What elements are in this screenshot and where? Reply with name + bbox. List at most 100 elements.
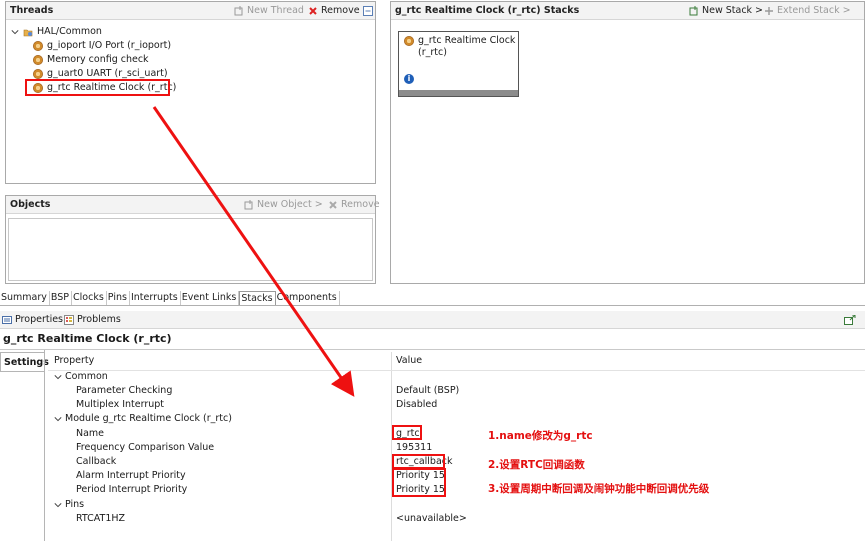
tree-item-memory-check[interactable]: Memory config check	[33, 54, 149, 65]
group-common[interactable]: Common	[48, 370, 865, 384]
threads-header: Threads New Thread Remove	[6, 2, 375, 20]
annotation-note-2: 2.设置RTC回调函数	[488, 459, 585, 471]
tree-root-label: HAL/Common	[37, 26, 102, 37]
tree-root[interactable]: HAL/Common	[11, 26, 102, 37]
settings-separator	[44, 350, 45, 541]
annotation-note-1: 1.name修改为g_rtc	[488, 430, 593, 442]
property-key: RTCAT1HZ	[76, 513, 126, 524]
property-value[interactable]: Default (BSP)	[396, 385, 459, 396]
objects-panel: Objects New Object > Remove	[5, 195, 380, 284]
tree-item-uart0[interactable]: g_uart0 UART (r_sci_uart)	[33, 68, 168, 79]
col-value-header: Value	[396, 355, 423, 366]
module-icon	[33, 40, 43, 51]
group-pins[interactable]: Pins	[48, 498, 865, 512]
row-callback[interactable]: Callback rtc_callback	[48, 455, 865, 469]
module-icon	[33, 54, 43, 65]
row-rtcat1hz[interactable]: RTCAT1HZ <unavailable>	[48, 512, 865, 526]
properties-title: g_rtc Realtime Clock (r_rtc)	[3, 332, 172, 345]
tab-bsp[interactable]: BSP	[50, 291, 73, 305]
tab-event-links[interactable]: Event Links	[181, 291, 240, 305]
objects-list	[8, 218, 373, 281]
objects-title: Objects	[10, 199, 51, 210]
tab-stacks[interactable]: Stacks	[239, 291, 276, 305]
group-label: Module g_rtc Realtime Clock (r_rtc)	[65, 413, 232, 424]
group-module[interactable]: Module g_rtc Realtime Clock (r_rtc)	[48, 412, 865, 426]
highlight-rtc-thread	[25, 79, 170, 96]
property-key: Frequency Comparison Value	[76, 442, 215, 453]
tab-interrupts[interactable]: Interrupts	[130, 291, 181, 305]
property-key: Multiplex Interrupt	[76, 399, 165, 410]
group-label: Pins	[65, 499, 85, 510]
collapse-icon[interactable]	[363, 6, 373, 16]
open-view-icon[interactable]	[844, 315, 856, 325]
properties-view-tab[interactable]: Properties	[2, 314, 63, 325]
new-thread-label: New Thread	[247, 5, 304, 16]
settings-tab[interactable]: Settings	[0, 352, 49, 372]
remove-thread-label: Remove	[321, 5, 360, 16]
row-name[interactable]: Name g_rtc	[48, 427, 865, 441]
highlight-name-value	[392, 425, 422, 440]
row-parameter-checking[interactable]: Parameter Checking Default (BSP)	[48, 384, 865, 398]
stacks-header: g_rtc Realtime Clock (r_rtc) Stacks New …	[391, 2, 864, 20]
row-period-priority[interactable]: Period Interrupt Priority Priority 15	[48, 483, 865, 497]
property-key: Name	[76, 428, 105, 439]
new-object-icon	[244, 199, 253, 209]
col-property-header: Property	[54, 355, 95, 366]
tab-clocks[interactable]: Clocks	[72, 291, 107, 305]
properties-title-divider	[0, 349, 865, 350]
new-stack-button[interactable]: New Stack >	[689, 5, 763, 16]
folder-icon	[23, 29, 33, 36]
info-icon[interactable]: i	[404, 74, 414, 84]
stacks-title: g_rtc Realtime Clock (r_rtc) Stacks	[395, 5, 580, 16]
new-object-button[interactable]: New Object >	[244, 199, 323, 210]
chevron-down-icon[interactable]	[54, 501, 62, 509]
annotation-note-3: 3.设置周期中断回调及闹钟功能中断回调优先级	[488, 483, 710, 495]
chevron-down-icon[interactable]	[11, 28, 19, 36]
row-alarm-priority[interactable]: Alarm Interrupt Priority Priority 15	[48, 469, 865, 483]
tree-item-label: g_uart0 UART (r_sci_uart)	[47, 68, 168, 79]
tab-summary[interactable]: Summary	[0, 291, 50, 305]
highlight-callback-value	[392, 454, 445, 469]
new-stack-icon	[689, 5, 698, 15]
objects-header: Objects New Object > Remove	[6, 196, 380, 214]
property-value[interactable]: 195311	[396, 442, 432, 453]
property-value[interactable]: Disabled	[396, 399, 437, 410]
tabs-divider	[0, 305, 865, 306]
new-thread-button[interactable]: New Thread	[234, 5, 304, 16]
properties-icon	[2, 315, 12, 324]
chevron-down-icon[interactable]	[54, 373, 62, 381]
remove-thread-button[interactable]: Remove	[308, 5, 360, 16]
new-stack-label: New Stack >	[702, 5, 764, 16]
stack-card-rtc[interactable]: g_rtc Realtime Clock (r_rtc) i	[398, 31, 519, 97]
property-key: Parameter Checking	[76, 385, 173, 396]
tab-components[interactable]: Components	[276, 291, 340, 305]
property-value[interactable]: <unavailable>	[396, 513, 467, 524]
settings-label: Settings	[4, 357, 49, 368]
extend-stack-label: Extend Stack >	[777, 5, 851, 16]
tab-pins[interactable]: Pins	[107, 291, 130, 305]
chevron-down-icon[interactable]	[54, 415, 62, 423]
remove-icon	[309, 6, 317, 15]
property-key: Callback	[76, 456, 117, 467]
highlight-priority-values	[392, 468, 446, 497]
row-multiplex-interrupt[interactable]: Multiplex Interrupt Disabled	[48, 398, 865, 412]
tree-item-label: g_ioport I/O Port (r_ioport)	[47, 40, 172, 51]
property-key: Alarm Interrupt Priority	[76, 470, 186, 481]
stack-card-title: g_rtc Realtime Clock	[418, 35, 516, 46]
properties-label: Properties	[15, 314, 64, 325]
stacks-panel: g_rtc Realtime Clock (r_rtc) Stacks New …	[390, 1, 865, 284]
stack-card-footer	[399, 90, 518, 96]
extend-stack-icon	[765, 6, 773, 15]
extend-stack-button[interactable]: Extend Stack >	[764, 5, 851, 16]
module-icon	[33, 68, 43, 79]
problems-view-tab[interactable]: Problems	[64, 314, 121, 325]
tree-item-ioport[interactable]: g_ioport I/O Port (r_ioport)	[33, 40, 171, 51]
remove-object-button[interactable]: Remove	[328, 199, 380, 210]
editor-tabs: Summary BSP Clocks Pins Interrupts Event…	[0, 291, 340, 305]
problems-icon	[64, 314, 74, 325]
row-frequency-comparison[interactable]: Frequency Comparison Value 195311	[48, 441, 865, 455]
new-thread-icon	[234, 5, 243, 15]
problems-label: Problems	[77, 314, 121, 325]
group-label: Common	[65, 371, 108, 382]
stack-card-subtitle: (r_rtc)	[418, 47, 447, 58]
